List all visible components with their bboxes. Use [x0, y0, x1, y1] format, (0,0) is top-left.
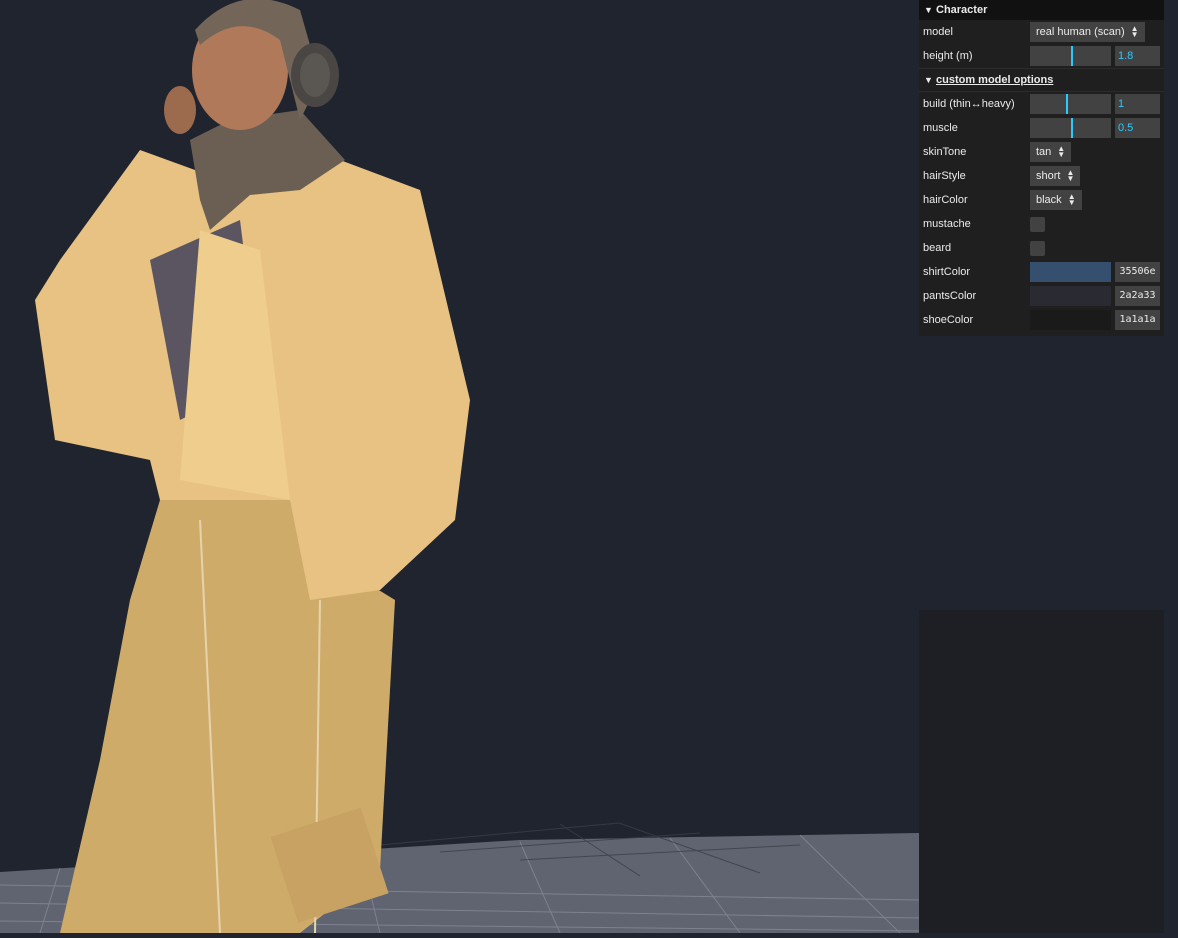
custom-options-folder-header[interactable]: ▼ custom model options: [919, 68, 1164, 92]
skin-tone-label: skinTone: [923, 146, 967, 158]
muscle-label: muscle: [923, 122, 958, 134]
pants-color-label: pantsColor: [923, 290, 977, 302]
character-settings-panel: ▼ Character model real human (scan) ▲ ▼ h…: [919, 0, 1164, 336]
beard-checkbox[interactable]: [1030, 240, 1045, 256]
secondary-panel: [919, 610, 1164, 933]
slider-handle[interactable]: [1066, 94, 1069, 114]
hair-color-value: black: [1036, 194, 1062, 206]
pants-color-hex-input[interactable]: 2a2a33: [1115, 286, 1160, 306]
model-row: model real human (scan) ▲ ▼: [919, 20, 1164, 44]
build-label: build (thin↔heavy): [923, 98, 1015, 110]
up-down-arrows-icon: ▲ ▼: [1130, 24, 1139, 39]
hair-color-select[interactable]: black ▲ ▼: [1030, 190, 1082, 210]
shoe-color-swatch[interactable]: [1030, 310, 1111, 330]
skin-tone-row: skinTone tan ▲ ▼: [919, 140, 1164, 164]
build-slider[interactable]: [1030, 94, 1111, 114]
pants-color-swatch[interactable]: [1030, 286, 1111, 306]
height-slider[interactable]: [1030, 46, 1111, 66]
height-label: height (m): [923, 50, 973, 62]
skin-tone-value: tan: [1036, 146, 1052, 158]
shoe-color-hex-input[interactable]: 1a1a1a: [1115, 310, 1160, 330]
model-value: real human (scan): [1036, 26, 1125, 38]
hair-style-value: short: [1036, 170, 1061, 182]
shirt-color-swatch[interactable]: [1030, 262, 1111, 282]
model-select[interactable]: real human (scan) ▲ ▼: [1030, 22, 1145, 42]
beard-label: beard: [923, 242, 952, 254]
hand: [164, 86, 196, 134]
height-row: height (m) 1.8: [919, 44, 1164, 68]
hair-color-label: hairColor: [923, 194, 968, 206]
chevron-down-icon: ▼: [924, 75, 933, 85]
muscle-row: muscle 0.5: [919, 116, 1164, 140]
hair-style-row: hairStyle short ▲ ▼: [919, 164, 1164, 188]
pants-color-row: pantsColor 2a2a33: [919, 284, 1164, 308]
build-row: build (thin↔heavy) 1: [919, 92, 1164, 116]
shoe-color-label: shoeColor: [923, 314, 974, 326]
shoe-color-row: shoeColor 1a1a1a: [919, 308, 1164, 332]
hair-color-row: hairColor black ▲ ▼: [919, 188, 1164, 212]
mustache-label: mustache: [923, 218, 971, 230]
slider-handle[interactable]: [1070, 118, 1073, 138]
shirt-color-row: shirtColor 35506e: [919, 260, 1164, 284]
chevron-down-icon: ▼: [924, 5, 933, 15]
folder-title: custom model options: [936, 74, 1054, 86]
muscle-slider[interactable]: [1030, 118, 1111, 138]
up-down-arrows-icon: ▲ ▼: [1057, 144, 1066, 159]
muscle-number-input[interactable]: 0.5: [1115, 118, 1160, 138]
up-down-arrows-icon: ▲ ▼: [1066, 168, 1075, 183]
up-down-arrows-icon: ▲ ▼: [1067, 192, 1076, 207]
hair-style-select[interactable]: short ▲ ▼: [1030, 166, 1081, 186]
mustache-checkbox[interactable]: [1030, 216, 1045, 232]
beard-row: beard: [919, 236, 1164, 260]
panel-title: Character: [936, 4, 988, 16]
hair-style-label: hairStyle: [923, 170, 966, 182]
shirt-color-hex-input[interactable]: 35506e: [1115, 262, 1160, 282]
shirt-color-label: shirtColor: [923, 266, 971, 278]
skin-tone-select[interactable]: tan ▲ ▼: [1030, 142, 1072, 162]
build-number-input[interactable]: 1: [1115, 94, 1160, 114]
model-label: model: [923, 26, 953, 38]
mustache-row: mustache: [919, 212, 1164, 236]
panel-title-bar[interactable]: ▼ Character: [919, 0, 1164, 20]
height-number-input[interactable]: 1.8: [1115, 46, 1160, 66]
slider-handle[interactable]: [1070, 46, 1073, 66]
